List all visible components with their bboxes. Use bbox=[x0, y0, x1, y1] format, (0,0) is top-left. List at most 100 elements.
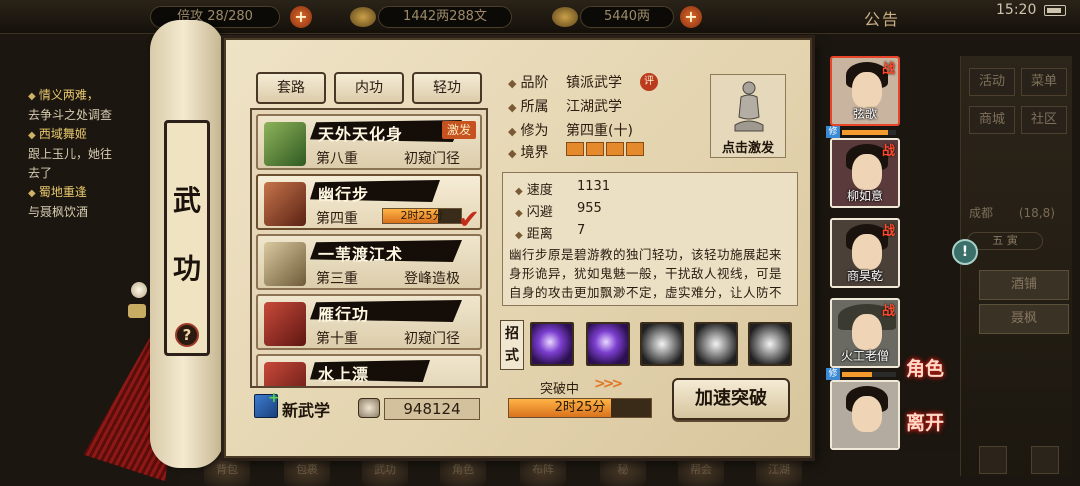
battle-tag: 战 bbox=[882, 304, 896, 319]
skill-name: 一苇渡江术 bbox=[318, 245, 404, 264]
battle-tag: 战 bbox=[882, 62, 896, 77]
bottom-nav-icon[interactable]: 武功 bbox=[362, 454, 408, 486]
trigger-label: 点击激发 bbox=[721, 141, 774, 156]
moves-label: 招式 bbox=[500, 320, 524, 370]
selected-checkmark-icon: ✔ bbox=[458, 205, 480, 235]
attr-label: 修为 bbox=[520, 123, 549, 139]
shop-button[interactable]: 商城 bbox=[969, 106, 1015, 134]
attr-realm: ◆ 境界 bbox=[508, 142, 548, 162]
stat-value: 1131 bbox=[577, 179, 611, 194]
evaluate-badge[interactable]: 评 bbox=[640, 73, 658, 91]
bottom-nav-icon[interactable]: 布阵 bbox=[520, 454, 566, 486]
role-button[interactable]: 角色 bbox=[906, 354, 944, 381]
skill-card[interactable]: 一苇渡江术 第三重 登峰造极 bbox=[256, 234, 482, 290]
community-button[interactable]: 社区 bbox=[1021, 106, 1067, 134]
resource-pill-silver: 5440两 bbox=[580, 6, 674, 28]
bottom-nav-icon[interactable]: 角色 bbox=[440, 454, 486, 486]
attr-label: 所属 bbox=[520, 99, 549, 115]
silver-value: 5440两 bbox=[603, 9, 651, 24]
diamond-icon: ◆ bbox=[515, 186, 523, 197]
skill-card-selected[interactable]: 幽行步 第四重 2时25分 bbox=[256, 174, 482, 230]
skill-level: 第三重 bbox=[316, 271, 358, 287]
trigger-button[interactable]: 点击激发 bbox=[710, 74, 786, 158]
skill-rank: 初窥门径 bbox=[404, 151, 460, 167]
attr-value: 江湖武学 bbox=[566, 99, 622, 115]
book-skill-icon bbox=[264, 242, 306, 286]
diamond-icon: ◆ bbox=[508, 101, 517, 114]
npc-niefeng-button[interactable]: 聂枫 bbox=[979, 304, 1069, 334]
battle-tag: 战 bbox=[882, 144, 896, 159]
portrait-face bbox=[852, 154, 882, 190]
skill-list[interactable]: 天外天化身 激发 第八重 初窥门径 幽行步 第四重 2时25分 一苇渡江术 第三… bbox=[250, 108, 488, 388]
character-portrait[interactable] bbox=[830, 380, 900, 450]
skill-card[interactable]: 天外天化身 激发 第八重 初窥门径 bbox=[256, 114, 482, 170]
activity-button[interactable]: 活动 bbox=[969, 68, 1015, 96]
bead-cap-decoration bbox=[128, 304, 146, 318]
move-grey-blade-icon[interactable] bbox=[694, 322, 738, 366]
breakthrough-time: 2时25分 bbox=[554, 400, 606, 415]
stat-dodge: ◆ 闪避 955 bbox=[515, 201, 602, 220]
plus-icon: + bbox=[268, 390, 280, 406]
diamond-icon: ◆ bbox=[515, 230, 523, 241]
copper-coin-icon bbox=[350, 7, 376, 27]
bottom-nav-icon[interactable]: 帮会 bbox=[678, 454, 724, 486]
exp-fill bbox=[842, 372, 872, 377]
area-time: 五 寅 bbox=[967, 232, 1043, 250]
cultivate-tag: 修 bbox=[826, 368, 840, 380]
attr-label: 品阶 bbox=[520, 75, 549, 91]
skill-points-icon bbox=[358, 398, 380, 418]
copper-value: 1442两288文 bbox=[403, 9, 487, 24]
clock: 15:20 bbox=[996, 2, 1037, 18]
book-skill-icon bbox=[264, 302, 306, 346]
bottom-nav-icon[interactable]: 江湖 bbox=[756, 454, 802, 486]
stat-value: 955 bbox=[577, 201, 602, 216]
skill-name: 水上漂 bbox=[318, 365, 370, 384]
skill-description: 幽行步原是碧游教的独门轻功，该轻功施展起来身形诡异，犹如鬼魅一般，干扰敌人视线，… bbox=[509, 247, 783, 305]
skill-card[interactable]: 雁行功 第十重 初窥门径 bbox=[256, 294, 482, 350]
skill-card[interactable]: 水上漂 bbox=[256, 354, 482, 386]
portrait-face bbox=[852, 234, 882, 270]
move-grey-whirl-icon[interactable] bbox=[640, 322, 684, 366]
timer-text: 2时25分 bbox=[400, 209, 444, 222]
speed-up-breakthrough-button[interactable]: 加速突破 bbox=[672, 378, 790, 420]
hint-icon[interactable]: ! bbox=[952, 239, 978, 265]
diamond-icon: ◆ bbox=[508, 77, 517, 90]
realm-segment bbox=[566, 142, 584, 156]
bottom-nav-icon[interactable]: 包裹 bbox=[284, 454, 330, 486]
moves-label-text: 招式 bbox=[505, 326, 519, 364]
menu-button[interactable]: 菜单 bbox=[1021, 68, 1067, 96]
skill-timer-bar: 2时25分 bbox=[382, 208, 462, 224]
help-icon[interactable]: ? bbox=[175, 323, 199, 347]
skill-level: 第十重 bbox=[316, 331, 358, 347]
skill-points-value: 948124 bbox=[384, 398, 480, 420]
npc-tavern-button[interactable]: 酒铺 bbox=[979, 270, 1069, 300]
character-name: 弦歌 bbox=[852, 107, 877, 121]
area-coords: (18,8) bbox=[1018, 206, 1055, 220]
stat-description-box: ◆ 速度 1131 ◆ 闪避 955 ◆ 距离 7 幽行步原是碧游教的独门轻功，该轻功施展起… bbox=[502, 172, 798, 306]
bead-decoration bbox=[131, 282, 147, 298]
attr-label: 境界 bbox=[520, 145, 549, 161]
stat-label: 距离 bbox=[526, 227, 553, 242]
skill-level: 第八重 bbox=[316, 151, 358, 167]
scroll-title-frame: 武 功 ? bbox=[164, 120, 210, 356]
notice-button[interactable]: 公告 bbox=[864, 6, 900, 30]
diamond-icon: ◆ bbox=[508, 125, 517, 138]
move-purple-slash-icon[interactable] bbox=[530, 322, 574, 366]
move-purple-strike-icon[interactable] bbox=[586, 322, 630, 366]
skill-rank: 初窥门径 bbox=[404, 331, 460, 347]
leave-button[interactable]: 离开 bbox=[906, 408, 944, 435]
bottom-nav-icon[interactable]: 秘 bbox=[600, 454, 646, 486]
character-list: 弦歌 战 修 柳如意 战 商昊乾 战 火工老僧 战 修 bbox=[826, 52, 902, 452]
tab-inner-skill[interactable]: 内功 bbox=[334, 72, 404, 104]
bottom-small-button[interactable] bbox=[1031, 446, 1059, 474]
add-attack-button[interactable]: + bbox=[290, 6, 312, 28]
stat-label: 闪避 bbox=[526, 205, 553, 220]
area-name: 成都 (18,8) bbox=[969, 204, 1055, 221]
bottom-small-button[interactable] bbox=[979, 446, 1007, 474]
tab-routine[interactable]: 套路 bbox=[256, 72, 326, 104]
move-grey-vortex-icon[interactable] bbox=[748, 322, 792, 366]
scroll-skill-icon bbox=[264, 122, 306, 166]
add-silver-button[interactable]: + bbox=[680, 6, 702, 28]
portrait-face bbox=[852, 396, 882, 432]
tab-lightness-skill[interactable]: 轻功 bbox=[412, 72, 482, 104]
